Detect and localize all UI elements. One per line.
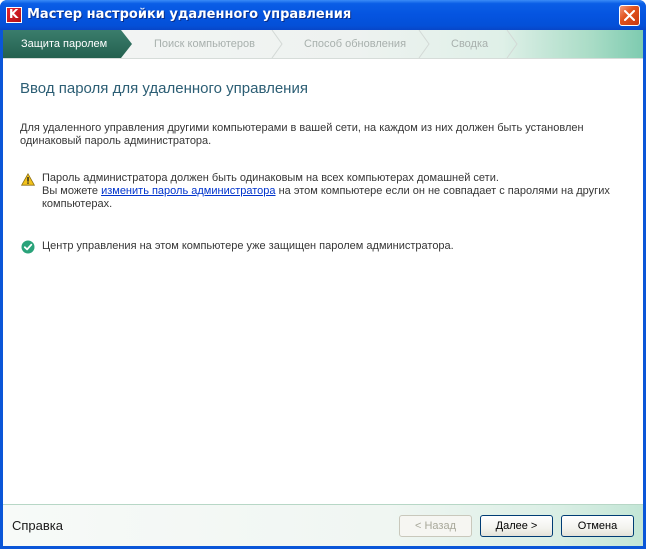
help-link[interactable]: Справка (12, 518, 63, 533)
checkmark-icon (21, 240, 35, 254)
back-button[interactable]: < Назад (399, 515, 472, 537)
step-password-protection: Защита паролем (3, 30, 132, 58)
warning-prefix: Вы можете (42, 185, 102, 197)
wizard-steps: Защита паролем Поиск компьютеров Способ … (3, 30, 643, 59)
next-button[interactable]: Далее > (480, 515, 553, 537)
close-button[interactable] (619, 5, 640, 26)
step-separator-icon (506, 30, 518, 58)
warning-line-2: Вы можете изменить пароль администратора… (42, 185, 620, 211)
wizard-window: Мастер настройки удаленного управления З… (0, 0, 646, 549)
step-summary: Сводка (451, 38, 489, 50)
status-text: Центр управления на этом компьютере уже … (42, 240, 454, 252)
warning-icon (21, 173, 35, 186)
intro-text: Для удаленного управления другими компью… (20, 122, 584, 147)
cancel-button[interactable]: Отмена (561, 515, 634, 537)
title-bar[interactable]: Мастер настройки удаленного управления (0, 0, 646, 30)
wizard-footer: Справка < Назад Далее > Отмена (3, 504, 643, 547)
step-update-method: Способ обновления (304, 38, 407, 50)
warning-text: Пароль администратора должен быть одинак… (42, 172, 620, 211)
warning-line-1: Пароль администратора должен быть одинак… (42, 172, 499, 184)
change-admin-password-link[interactable]: изменить пароль администратора (101, 185, 275, 197)
step-separator-icon (418, 30, 430, 58)
app-logo-icon (6, 7, 22, 23)
step-separator-icon (271, 30, 283, 58)
page-title: Ввод пароля для удаленного управления (20, 80, 308, 97)
step-computer-search: Поиск компьютеров (154, 38, 255, 50)
wizard-client-area: Защита паролем Поиск компьютеров Способ … (3, 30, 643, 547)
wizard-content: Ввод пароля для удаленного управления Дл… (3, 59, 643, 504)
close-icon (624, 10, 635, 21)
window-title: Мастер настройки удаленного управления (27, 7, 352, 22)
